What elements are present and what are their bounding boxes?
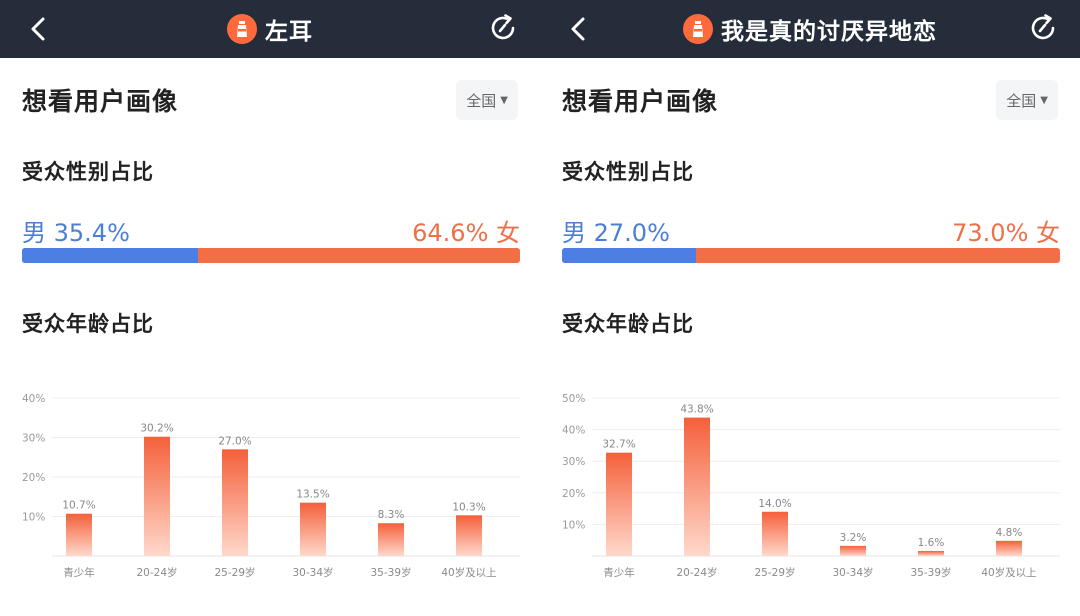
refresh-button[interactable]	[1026, 11, 1060, 45]
region-label: 全国	[1006, 91, 1037, 110]
profile-panel-left: 左耳 想看用户画像 全国 ▼ 受众性别占比 男 35.4% 64.6% 女 受众…	[0, 0, 540, 616]
age-bar	[684, 417, 710, 556]
x-category-label: 25-29岁	[214, 566, 255, 579]
page-title: 我是真的讨厌异地恋	[721, 19, 937, 45]
age-bar	[300, 502, 326, 556]
age-bar	[456, 515, 482, 556]
bar-value-label: 30.2%	[140, 423, 173, 435]
age-bar	[996, 540, 1022, 556]
y-tick-label: 30%	[562, 456, 585, 468]
y-tick-label: 10%	[562, 519, 585, 531]
region-dropdown[interactable]: 全国 ▼	[456, 80, 518, 120]
header-title-group: 我是真的讨厌异地恋	[540, 0, 1080, 58]
bar-value-label: 10.7%	[62, 500, 95, 512]
bar-value-label: 8.3%	[378, 509, 405, 521]
y-tick-label: 40%	[562, 425, 585, 437]
y-tick-label: 10%	[22, 512, 45, 524]
age-bar	[222, 449, 248, 556]
age-title: 受众年龄占比	[562, 312, 694, 336]
female-percent-label: 73.0% 女	[952, 219, 1060, 247]
x-category-label: 青少年	[603, 566, 635, 579]
age-bar	[918, 550, 944, 556]
male-percent-label: 男 35.4%	[22, 219, 130, 247]
age-bar	[606, 452, 632, 556]
age-bar	[840, 545, 866, 556]
y-tick-label: 30%	[22, 433, 45, 445]
x-category-label: 40岁及以上	[441, 566, 496, 579]
bar-value-label: 13.5%	[296, 489, 329, 501]
bar-value-label: 3.2%	[840, 532, 867, 544]
x-category-label: 35-39岁	[370, 566, 411, 579]
x-category-label: 40岁及以上	[981, 566, 1036, 579]
age-bar-chart: 10% 20% 30% 40% 10.7% 青少年 30.2% 20-24岁 27.0% 25-2…	[22, 393, 520, 579]
x-category-label: 20-24岁	[676, 566, 717, 579]
x-category-label: 30-34岁	[832, 566, 873, 579]
lighthouse-logo-icon	[683, 14, 713, 44]
bar-value-label: 27.0%	[218, 435, 251, 447]
bar-value-label: 4.8%	[996, 527, 1023, 539]
section-title: 想看用户画像	[22, 87, 179, 116]
age-bar	[378, 523, 404, 556]
y-tick-label: 20%	[562, 488, 585, 500]
lighthouse-logo-icon	[227, 14, 257, 44]
age-bar-chart: 10% 20% 30% 40% 50% 32.7% 青少年 43.8% 20-24岁 14.0% 2…	[562, 393, 1060, 579]
region-dropdown[interactable]: 全国 ▼	[996, 80, 1058, 120]
section-title: 想看用户画像	[562, 87, 719, 116]
male-ratio-fill	[22, 248, 199, 263]
female-percent-label: 64.6% 女	[412, 219, 520, 247]
bar-value-label: 43.8%	[680, 404, 713, 416]
bar-value-label: 14.0%	[758, 498, 791, 510]
y-tick-label: 40%	[22, 393, 45, 405]
nav-header: 左耳	[0, 0, 540, 58]
gender-ratio-bar	[22, 248, 520, 263]
bar-value-label: 10.3%	[452, 501, 485, 513]
male-ratio-fill	[562, 248, 697, 263]
y-tick-label: 20%	[22, 472, 45, 484]
age-bar	[144, 436, 170, 556]
page-title: 左耳	[265, 19, 313, 45]
refresh-icon	[491, 14, 515, 40]
refresh-icon	[1031, 14, 1055, 40]
gender-title: 受众性别占比	[22, 160, 154, 184]
header-title-group: 左耳	[0, 0, 540, 58]
gender-ratio-bar	[562, 248, 1060, 263]
male-percent-label: 男 27.0%	[562, 219, 670, 247]
nav-header: 我是真的讨厌异地恋	[540, 0, 1080, 58]
age-bar	[762, 511, 788, 556]
age-bar	[66, 513, 92, 556]
x-category-label: 青少年	[63, 566, 95, 579]
x-category-label: 25-29岁	[754, 566, 795, 579]
gender-labels: 男 35.4% 64.6% 女	[22, 213, 520, 247]
bar-value-label: 32.7%	[602, 439, 635, 451]
age-title: 受众年龄占比	[22, 312, 154, 336]
gender-title: 受众性别占比	[562, 160, 694, 184]
x-category-label: 35-39岁	[910, 566, 951, 579]
x-category-label: 30-34岁	[292, 566, 333, 579]
bar-value-label: 1.6%	[918, 537, 945, 549]
gender-labels: 男 27.0% 73.0% 女	[562, 213, 1060, 247]
y-tick-label: 50%	[562, 393, 585, 405]
region-label: 全国	[466, 91, 497, 110]
caret-down-icon: ▼	[1040, 94, 1048, 106]
caret-down-icon: ▼	[500, 94, 508, 106]
profile-panel-right: 我是真的讨厌异地恋 想看用户画像 全国 ▼ 受众性别占比 男 27.0% 73.…	[540, 0, 1080, 616]
x-category-label: 20-24岁	[136, 566, 177, 579]
refresh-button[interactable]	[486, 11, 520, 45]
